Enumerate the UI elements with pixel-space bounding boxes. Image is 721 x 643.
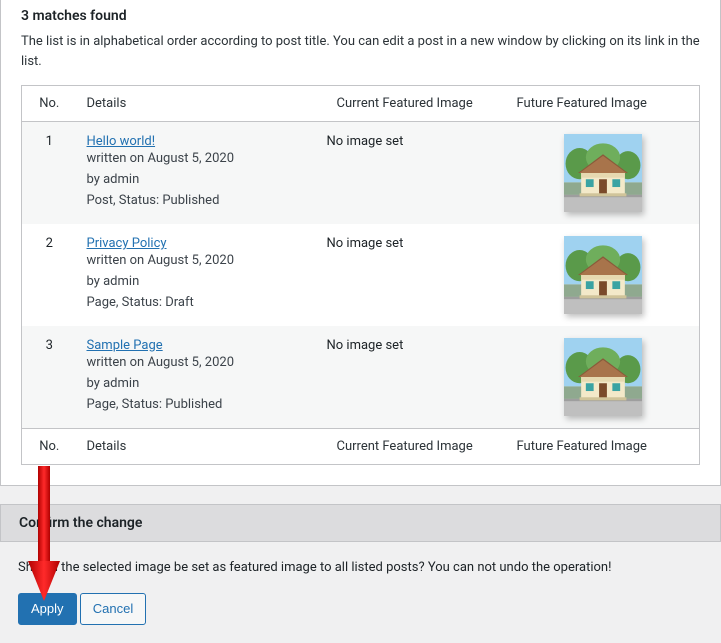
row-written: written on August 5, 2020 <box>87 253 235 268</box>
row-number: 2 <box>22 224 77 326</box>
table-row: 2 Privacy Policy written on August 5, 2020… <box>22 224 700 326</box>
row-by: by admin <box>87 376 140 391</box>
col-header-current: Current Featured Image <box>327 86 507 122</box>
row-details: Sample Page written on August 5, 2020 by a… <box>77 326 327 429</box>
matches-heading: 3 matches found <box>21 0 700 24</box>
row-by: by admin <box>87 172 140 187</box>
post-title-link[interactable]: Privacy Policy <box>87 236 167 251</box>
table-footer-row: No. Details Current Featured Image Futur… <box>22 429 700 465</box>
row-details: Privacy Policy written on August 5, 2020 b… <box>77 224 327 326</box>
row-written: written on August 5, 2020 <box>87 151 235 166</box>
row-type-status: Post, Status: Published <box>87 193 220 208</box>
row-current-image: No image set <box>327 224 507 326</box>
col-footer-details: Details <box>77 429 327 465</box>
matches-table: No. Details Current Featured Image Futur… <box>21 85 700 465</box>
confirm-heading: Confirm the change <box>19 515 702 531</box>
row-number: 1 <box>22 122 77 225</box>
col-header-details: Details <box>77 86 327 122</box>
confirm-text: Should the selected image be set as feat… <box>18 560 703 575</box>
row-written: written on August 5, 2020 <box>87 355 235 370</box>
col-footer-current: Current Featured Image <box>327 429 507 465</box>
confirm-heading-bar: Confirm the change <box>0 504 721 542</box>
row-current-image: No image set <box>327 326 507 429</box>
col-footer-no: No. <box>22 429 77 465</box>
post-title-link[interactable]: Hello world! <box>87 134 156 149</box>
row-future-image <box>507 224 700 326</box>
matches-description: The list is in alphabetical order accord… <box>21 32 700 71</box>
col-header-future: Future Featured Image <box>507 86 700 122</box>
future-image-thumbnail <box>564 134 642 212</box>
future-image-thumbnail <box>564 338 642 416</box>
table-row: 1 Hello world! written on August 5, 2020 by… <box>22 122 700 225</box>
col-header-no: No. <box>22 86 77 122</box>
post-title-link[interactable]: Sample Page <box>87 338 163 353</box>
col-footer-future: Future Featured Image <box>507 429 700 465</box>
row-details: Hello world! written on August 5, 2020 by … <box>77 122 327 225</box>
row-type-status: Page, Status: Published <box>87 397 223 412</box>
table-row: 3 Sample Page written on August 5, 2020 by … <box>22 326 700 429</box>
row-future-image <box>507 326 700 429</box>
row-type-status: Page, Status: Draft <box>87 295 194 310</box>
future-image-thumbnail <box>564 236 642 314</box>
row-future-image <box>507 122 700 225</box>
apply-button[interactable]: Apply <box>18 593 77 625</box>
row-number: 3 <box>22 326 77 429</box>
cancel-button[interactable]: Cancel <box>80 593 146 625</box>
row-current-image: No image set <box>327 122 507 225</box>
table-header-row: No. Details Current Featured Image Futur… <box>22 86 700 122</box>
row-by: by admin <box>87 274 140 289</box>
